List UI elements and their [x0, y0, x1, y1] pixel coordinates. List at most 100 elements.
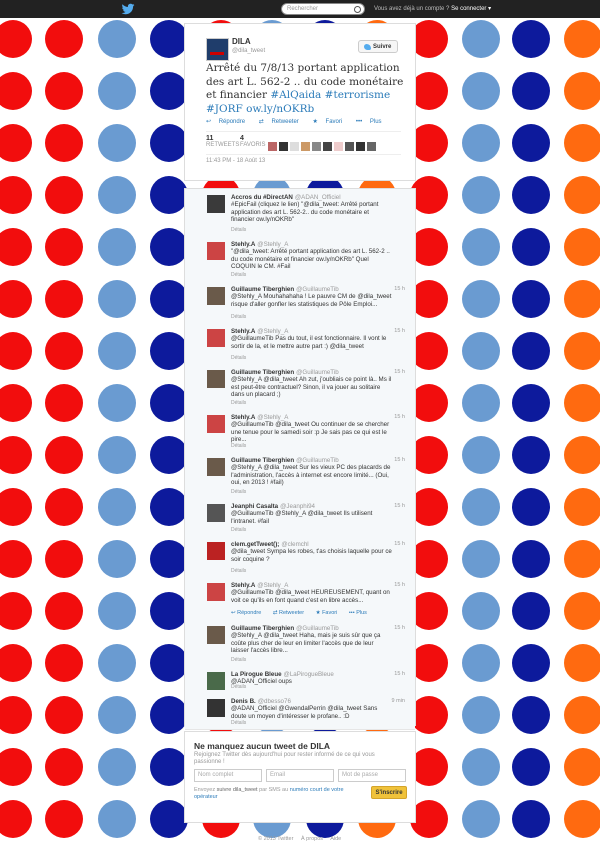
list-item[interactable]: Jeanphi Casalta @Jeanphi94 15 h @Guillaum… — [185, 498, 415, 537]
reply-author[interactable]: Stehly.A @Stehly_A — [231, 414, 288, 421]
reply-author[interactable]: La Pirogue Bleue @LaPirogueBleue — [231, 671, 334, 678]
avatar[interactable] — [279, 142, 288, 151]
avatar[interactable] — [207, 415, 225, 433]
avatar[interactable] — [301, 142, 310, 151]
reply-author[interactable]: Guillaume Tiberghien @GuillaumeTib — [231, 625, 339, 632]
list-item[interactable]: Stehly.A @Stehly_A 15 h @GuillaumeTib @di… — [185, 409, 415, 453]
hashtag-link[interactable]: #AlQaida — [270, 89, 321, 101]
chevron-down-icon[interactable]: ▾ — [488, 6, 491, 12]
details-link[interactable]: Détails — [231, 272, 246, 278]
retweet-action[interactable]: ⇄ Retweeter — [259, 119, 305, 125]
list-item[interactable]: Accros du #DirectAN @ADAN_Officiel #EpicF… — [185, 189, 415, 237]
list-item[interactable]: Guillaume Tiberghien @GuillaumeTib 15 h @… — [185, 281, 415, 324]
details-link[interactable]: Détails — [231, 657, 246, 663]
details-link[interactable]: Détails — [231, 227, 246, 233]
favorite-stat[interactable]: 4 FAVORIS — [240, 135, 266, 148]
details-link[interactable]: Détails — [231, 489, 246, 495]
avatar[interactable] — [290, 142, 299, 151]
tweet-url-link[interactable]: ow.ly/nOKRb — [246, 103, 314, 115]
avatar[interactable] — [334, 142, 343, 151]
reply-time[interactable]: 15 h — [394, 541, 405, 547]
reply-author[interactable]: Accros du #DirectAN @ADAN_Officiel — [231, 194, 341, 201]
help-link[interactable]: Aide — [330, 836, 341, 842]
details-link[interactable]: Détails — [231, 443, 246, 449]
list-item[interactable]: Guillaume Tiberghien @GuillaumeTib 15 h @… — [185, 620, 415, 667]
reply-author[interactable]: Guillaume Tiberghien @GuillaumeTib — [231, 369, 339, 376]
details-link[interactable]: Détails — [231, 527, 246, 533]
reply-author[interactable]: Guillaume Tiberghien @GuillaumeTib — [231, 457, 339, 464]
details-link[interactable]: Détails — [231, 684, 246, 690]
avatar[interactable] — [268, 142, 277, 151]
list-item[interactable]: clem.getTweet(); @clemchl 15 h @dila_twee… — [185, 536, 415, 578]
reply-author[interactable]: Stehly.A @Stehly_A — [231, 582, 288, 589]
list-item[interactable]: La Pirogue Bleue @LaPirogueBleue 15 h @AD… — [185, 666, 415, 694]
avatar[interactable] — [356, 142, 365, 151]
twitter-bird-icon[interactable] — [121, 2, 135, 16]
avatar[interactable] — [323, 142, 332, 151]
user-handle[interactable]: @dila_tweet — [232, 48, 265, 54]
signup-button[interactable]: S'inscrire — [371, 786, 407, 799]
list-item[interactable]: Stehly.A @Stehly_A 15 h @GuillaumeTib @di… — [185, 577, 415, 621]
details-link[interactable]: Détails — [231, 355, 246, 361]
more-action[interactable]: ••• Plus — [349, 610, 372, 616]
retweet-stat[interactable]: 11 RETWEETS — [206, 135, 239, 148]
reply-author[interactable]: clem.getTweet(); @clemchl — [231, 541, 309, 548]
reply-author[interactable]: Guillaume Tiberghien @GuillaumeTib — [231, 286, 339, 293]
list-item[interactable]: Denis B. @dbesso76 9 min @ADAN_Officiel @… — [185, 693, 415, 730]
list-item[interactable]: Guillaume Tiberghien @GuillaumeTib 15 h @… — [185, 452, 415, 499]
follow-button[interactable]: Suivre — [358, 40, 398, 53]
details-link[interactable]: Détails — [231, 720, 246, 726]
reply-time[interactable]: 15 h — [394, 457, 405, 463]
avatar[interactable] — [207, 242, 225, 260]
avatar[interactable] — [207, 672, 225, 690]
avatar[interactable] — [207, 626, 225, 644]
search-icon[interactable] — [354, 6, 361, 13]
reply-time[interactable]: 15 h — [394, 286, 405, 292]
login-link[interactable]: Se connecter — [451, 6, 486, 12]
list-item[interactable]: Stehly.A @Stehly_A 15 h @GuillaumeTib Pas… — [185, 323, 415, 365]
about-link[interactable]: À propos — [301, 836, 323, 842]
avatar[interactable] — [207, 542, 225, 560]
reply-time[interactable]: 15 h — [394, 625, 405, 631]
retweet-action[interactable]: ⇄ Retweeter — [273, 610, 309, 616]
avatar[interactable] — [207, 195, 225, 213]
avatar[interactable] — [207, 329, 225, 347]
hashtag-link[interactable]: #JORF — [206, 103, 243, 115]
reply-author[interactable]: Stehly.A @Stehly_A — [231, 328, 288, 335]
reply-time[interactable]: 9 min — [392, 698, 405, 704]
reply-author[interactable]: Jeanphi Casalta @Jeanphi94 — [231, 503, 315, 510]
user-name[interactable]: DILA — [232, 37, 251, 46]
reply-time[interactable]: 15 h — [394, 369, 405, 375]
details-link[interactable]: Détails — [231, 568, 246, 574]
reply-time[interactable]: 15 h — [394, 671, 405, 677]
avatar[interactable] — [207, 583, 225, 601]
avatar[interactable] — [345, 142, 354, 151]
favorite-action[interactable]: ★ Favori — [312, 119, 348, 125]
search-input[interactable]: Rechercher — [281, 3, 365, 15]
avatar[interactable] — [207, 287, 225, 305]
reply-time[interactable]: 15 h — [394, 328, 405, 334]
reply-time[interactable]: 15 h — [394, 582, 405, 588]
reply-author[interactable]: Stehly.A @Stehly_A — [231, 241, 288, 248]
list-item[interactable]: Stehly.A @Stehly_A "@dila_tweet: Arrêté p… — [185, 236, 415, 282]
avatar[interactable] — [207, 370, 225, 388]
full-name-input[interactable]: Nom complet — [194, 769, 262, 782]
avatar[interactable] — [207, 458, 225, 476]
list-item[interactable]: Guillaume Tiberghien @GuillaumeTib 15 h @… — [185, 364, 415, 410]
more-action[interactable]: ••• Plus — [356, 119, 388, 125]
hashtag-link[interactable]: #terrorisme — [325, 89, 391, 101]
avatar[interactable] — [207, 504, 225, 522]
reply-action[interactable]: ↩ Répondre — [206, 119, 251, 125]
avatar[interactable] — [207, 699, 225, 717]
details-link[interactable]: Détails — [231, 400, 246, 406]
details-link[interactable]: Détails — [231, 314, 246, 320]
reply-author[interactable]: Denis B. @dbesso76 — [231, 698, 291, 705]
favorite-action[interactable]: ★ Favori — [316, 610, 343, 616]
avatar[interactable] — [312, 142, 321, 151]
reply-action[interactable]: ↩ Répondre — [231, 610, 266, 616]
reply-time[interactable]: 15 h — [394, 503, 405, 509]
avatar[interactable] — [206, 38, 229, 61]
password-input[interactable]: Mot de passe — [338, 769, 406, 782]
email-input[interactable]: Email — [266, 769, 334, 782]
avatar[interactable] — [367, 142, 376, 151]
